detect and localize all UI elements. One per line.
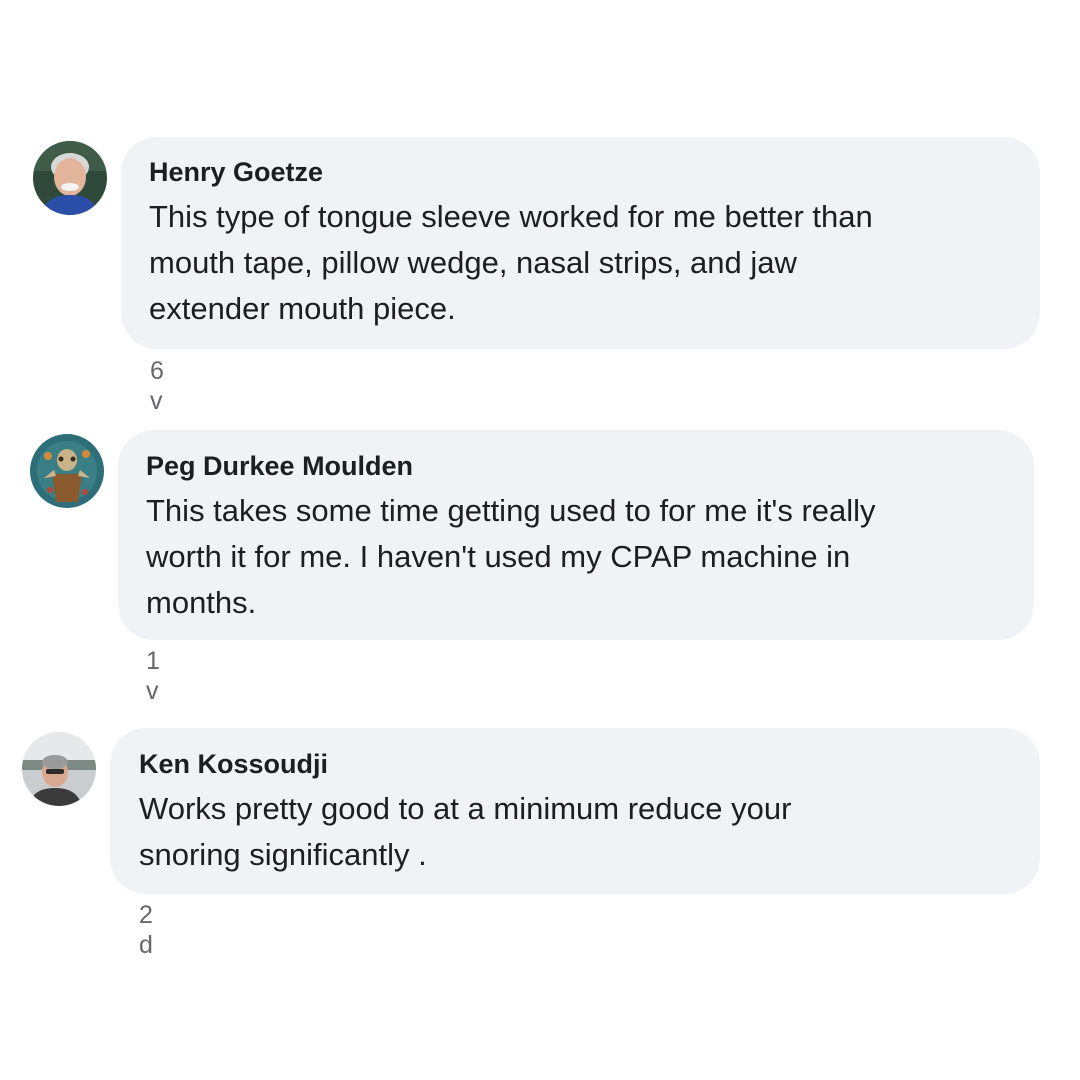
comment-bubble: Peg Durkee Moulden This takes some time …: [118, 430, 1034, 640]
comment-bubble: Ken Kossoudji Works pretty good to at a …: [110, 728, 1040, 894]
avatar-photo: [30, 434, 104, 508]
comment-timestamp[interactable]: 1 v: [146, 646, 160, 706]
comment-timestamp[interactable]: 6 v: [150, 356, 164, 416]
comment-timestamp[interactable]: 2 d: [139, 900, 153, 960]
comment-author[interactable]: Peg Durkee Moulden: [146, 450, 1006, 482]
avatar[interactable]: [22, 732, 96, 806]
comment-text: This type of tongue sleeve worked for me…: [149, 199, 873, 326]
comment-bubble: Henry Goetze This type of tongue sleeve …: [121, 137, 1040, 349]
avatar-photo: [33, 141, 107, 215]
comment-text: Works pretty good to at a minimum reduce…: [139, 791, 792, 872]
comment-text: This takes some time getting used to for…: [146, 493, 876, 620]
avatar[interactable]: [30, 434, 104, 508]
comment-author[interactable]: Ken Kossoudji: [139, 748, 1012, 780]
avatar[interactable]: [33, 141, 107, 215]
comment-author[interactable]: Henry Goetze: [149, 156, 1012, 188]
avatar-photo: [22, 732, 96, 806]
